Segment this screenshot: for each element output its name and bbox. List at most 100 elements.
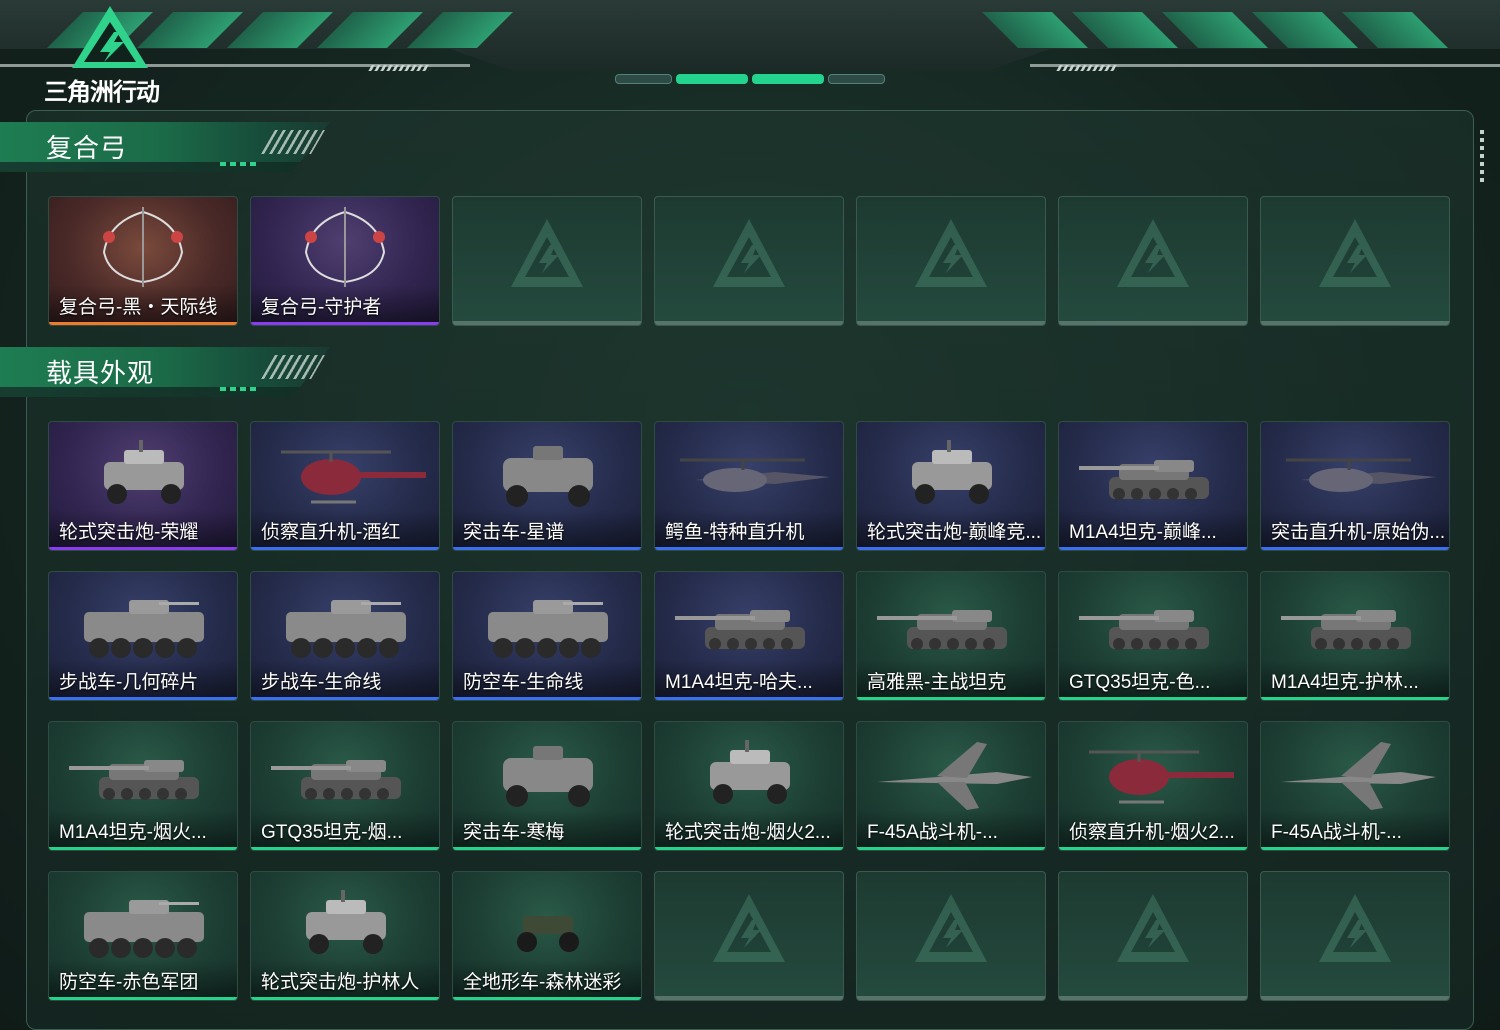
- assault-vehicle-icon: [503, 446, 593, 507]
- rarity-bar: [1261, 697, 1449, 700]
- item-card[interactable]: 复合弓-守护者: [250, 196, 440, 326]
- item-label: 高雅黑-主战坦克: [867, 672, 1007, 693]
- item-card[interactable]: F-45A战斗机-...: [1260, 721, 1450, 851]
- tank-icon: [69, 760, 199, 800]
- slot-bar: [655, 996, 843, 1000]
- section-header-vehicle: 载具外观: [0, 347, 330, 397]
- page-indicator-2: [676, 74, 748, 84]
- item-card[interactable]: M1A4坦克-哈夫...: [654, 571, 844, 701]
- placeholder-emblem-icon: [1319, 894, 1391, 962]
- item-card[interactable]: 轮式突击炮-护林人: [250, 871, 440, 1001]
- placeholder-emblem-icon: [511, 219, 583, 287]
- item-card[interactable]: 复合弓-黑・天际线: [48, 196, 238, 326]
- header-ticks-right: [1056, 65, 1120, 71]
- item-label: 轮式突击炮-烟火2...: [665, 822, 831, 843]
- header-stripes-right: [982, 12, 1448, 48]
- slot-bar: [1059, 996, 1247, 1000]
- item-card[interactable]: 轮式突击炮-荣耀: [48, 421, 238, 551]
- rarity-bar: [251, 997, 439, 1000]
- tank-icon: [271, 760, 401, 800]
- rarity-bar: [1059, 847, 1247, 850]
- item-card[interactable]: 侦察直升机-烟火2...: [1058, 721, 1248, 851]
- item-card[interactable]: M1A4坦克-护林...: [1260, 571, 1450, 701]
- item-card[interactable]: 全地形车-森林迷彩: [452, 871, 642, 1001]
- item-card[interactable]: 突击车-星谱: [452, 421, 642, 551]
- item-label: F-45A战斗机-...: [867, 822, 998, 843]
- section-header-bow: 复合弓: [0, 122, 330, 172]
- compound-bow-icon: [102, 207, 184, 287]
- item-card[interactable]: M1A4坦克-烟火...: [48, 721, 238, 851]
- item-label: 防空车-赤色军团: [59, 972, 199, 993]
- item-card[interactable]: 步战车-生命线: [250, 571, 440, 701]
- item-label: F-45A战斗机-...: [1271, 822, 1402, 843]
- rarity-bar: [49, 697, 237, 700]
- tank-icon: [1079, 460, 1209, 500]
- empty-slot: [1260, 196, 1450, 326]
- item-card[interactable]: 防空车-赤色军团: [48, 871, 238, 1001]
- item-label: M1A4坦克-烟火...: [59, 822, 207, 843]
- fighter-jet-icon: [877, 742, 1032, 810]
- empty-slot: [452, 196, 642, 326]
- item-label: GTQ35坦克-烟...: [261, 822, 403, 843]
- ifv-icon: [488, 600, 608, 658]
- wheeled-assault-gun-icon: [306, 890, 386, 954]
- empty-slot: [654, 871, 844, 1001]
- atv-icon: [517, 916, 579, 952]
- page-indicator-4: [828, 74, 885, 84]
- rarity-bar: [1059, 547, 1247, 550]
- section-title: 复合弓: [46, 133, 128, 163]
- item-card[interactable]: F-45A战斗机-...: [856, 721, 1046, 851]
- item-card[interactable]: 防空车-生命线: [452, 571, 642, 701]
- tank-icon: [877, 610, 1007, 650]
- item-label: M1A4坦克-哈夫...: [665, 672, 813, 693]
- rarity-bar: [857, 697, 1045, 700]
- slot-bar: [1059, 321, 1247, 325]
- item-label: M1A4坦克-护林...: [1271, 672, 1419, 693]
- tank-icon: [1281, 610, 1411, 650]
- item-card[interactable]: 轮式突击炮-烟火2...: [654, 721, 844, 851]
- slot-bar: [857, 996, 1045, 1000]
- rarity-bar: [251, 547, 439, 550]
- rarity-bar: [251, 697, 439, 700]
- rarity-bar: [655, 697, 843, 700]
- item-label: 轮式突击炮-荣耀: [59, 522, 199, 543]
- rarity-bar: [1059, 697, 1247, 700]
- panel-scroll-indicator[interactable]: [1480, 130, 1484, 182]
- slot-bar: [857, 321, 1045, 325]
- rarity-bar: [857, 847, 1045, 850]
- attack-helicopter-icon: [1286, 458, 1436, 492]
- empty-slot: [856, 196, 1046, 326]
- item-label: 复合弓-黑・天际线: [59, 297, 218, 318]
- rarity-bar: [655, 547, 843, 550]
- section-title: 载具外观: [46, 358, 155, 388]
- placeholder-emblem-icon: [1319, 219, 1391, 287]
- rarity-bar: [655, 847, 843, 850]
- fighter-jet-icon: [1281, 742, 1436, 810]
- empty-slot: [1058, 871, 1248, 1001]
- rarity-bar: [1261, 847, 1449, 850]
- item-card[interactable]: 高雅黑-主战坦克: [856, 571, 1046, 701]
- placeholder-emblem-icon: [1117, 894, 1189, 962]
- item-label: 侦察直升机-烟火2...: [1069, 822, 1235, 843]
- tank-icon: [1079, 610, 1209, 650]
- rarity-bar: [49, 997, 237, 1000]
- item-card[interactable]: 突击车-寒梅: [452, 721, 642, 851]
- item-card[interactable]: M1A4坦克-巅峰...: [1058, 421, 1248, 551]
- slot-bar: [453, 321, 641, 325]
- item-card[interactable]: GTQ35坦克-烟...: [250, 721, 440, 851]
- item-card[interactable]: 突击直升机-原始伪...: [1260, 421, 1450, 551]
- item-label: 步战车-生命线: [261, 672, 382, 693]
- attack-helicopter-icon: [680, 458, 830, 492]
- tank-icon: [675, 610, 805, 650]
- item-card[interactable]: GTQ35坦克-色...: [1058, 571, 1248, 701]
- item-card[interactable]: 侦察直升机-酒红: [250, 421, 440, 551]
- placeholder-emblem-icon: [713, 219, 785, 287]
- slot-bar: [1261, 996, 1449, 1000]
- header-ticks-left: [368, 65, 432, 71]
- empty-slot: [1260, 871, 1450, 1001]
- item-card[interactable]: 轮式突击炮-巅峰竞...: [856, 421, 1046, 551]
- item-card[interactable]: 鳄鱼-特种直升机: [654, 421, 844, 551]
- item-label: 突击直升机-原始伪...: [1271, 522, 1446, 543]
- top-header: 三角洲行动: [0, 0, 1500, 110]
- item-card[interactable]: 步战车-几何碎片: [48, 571, 238, 701]
